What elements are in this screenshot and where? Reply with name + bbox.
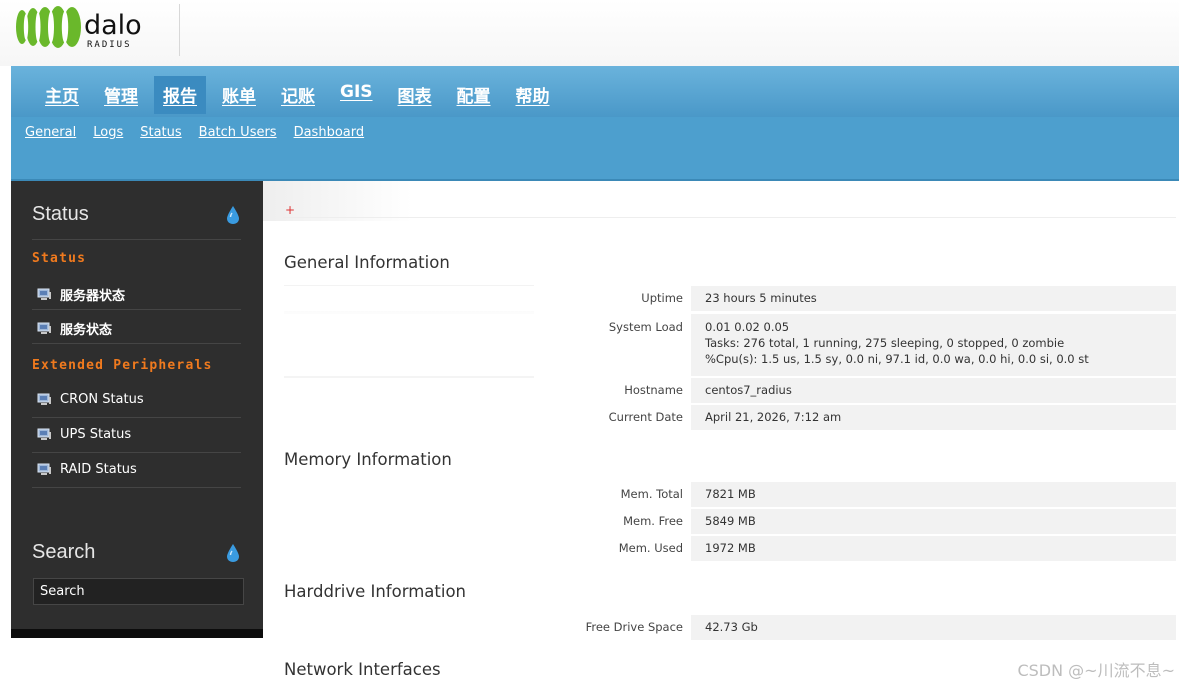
menu-item-accounting[interactable]: 记账 bbox=[272, 76, 324, 114]
menu-item-help[interactable]: 帮助 bbox=[507, 76, 559, 114]
menu-item-management[interactable]: 管理 bbox=[95, 76, 147, 114]
section-title-general: General Information bbox=[284, 253, 450, 272]
sidebar-section-status: Status bbox=[32, 251, 87, 266]
search-input[interactable] bbox=[33, 578, 244, 605]
info-label: Mem. Used bbox=[284, 536, 689, 561]
load-cpu: %Cpu(s): 1.5 us, 1.5 sy, 0.0 ni, 97.1 id… bbox=[705, 352, 1089, 366]
sidebar-item-label: 服务器状态 bbox=[60, 289, 126, 304]
section-title-harddrive: Harddrive Information bbox=[284, 582, 466, 601]
load-tasks: Tasks: 276 total, 1 running, 275 sleepin… bbox=[705, 336, 1065, 350]
menu-item-gis[interactable]: GIS bbox=[331, 76, 382, 114]
submenu-batch-users[interactable]: Batch Users bbox=[199, 125, 277, 140]
computer-icon bbox=[37, 463, 51, 475]
info-row-mem-free: Mem. Free 5849 MB bbox=[284, 509, 1176, 534]
sidebar-item-label: UPS Status bbox=[60, 427, 132, 442]
computer-icon bbox=[37, 393, 51, 405]
sidebar-heading-search: Search bbox=[32, 541, 96, 563]
computer-icon bbox=[37, 288, 51, 300]
computer-icon bbox=[37, 322, 51, 334]
sidebar-item-ups-status[interactable]: UPS Status bbox=[37, 427, 131, 442]
sub-menu: General Logs Status Batch Users Dashboar… bbox=[25, 125, 381, 140]
header: dalo RADIUS bbox=[0, 0, 1179, 66]
info-value: 42.73 Gb bbox=[691, 615, 1176, 640]
menu-item-home[interactable]: 主页 bbox=[36, 76, 88, 114]
content-divider bbox=[283, 217, 1176, 218]
page: dalo RADIUS 主页 管理 报告 账单 记账 GIS 图表 配置 帮助 … bbox=[0, 0, 1179, 686]
sidebar-divider bbox=[32, 417, 241, 418]
submenu-dashboard[interactable]: Dashboard bbox=[294, 125, 365, 140]
info-value: centos7_radius bbox=[691, 378, 1176, 403]
sidebar-divider bbox=[32, 239, 241, 240]
sidebar-item-label: RAID Status bbox=[60, 462, 137, 477]
watermark-text: CSDN @~川流不息~ bbox=[1017, 661, 1175, 680]
menu-item-reports[interactable]: 报告 bbox=[154, 76, 206, 114]
sidebar-divider bbox=[32, 309, 241, 310]
submenu-general[interactable]: General bbox=[25, 125, 76, 140]
sidebar-item-raid-status[interactable]: RAID Status bbox=[37, 462, 137, 477]
sidebar-divider bbox=[32, 452, 241, 453]
section-title-memory: Memory Information bbox=[284, 450, 452, 469]
logo-sub: RADIUS bbox=[87, 40, 132, 50]
menu-item-billing[interactable]: 账单 bbox=[213, 76, 265, 114]
info-row-uptime: Uptime 23 hours 5 minutes bbox=[284, 286, 1176, 311]
info-row-system-load: System Load 0.01 0.02 0.05 Tasks: 276 to… bbox=[284, 314, 1176, 376]
sidebar-item-cron-status[interactable]: CRON Status bbox=[37, 392, 144, 407]
water-drop-icon bbox=[227, 206, 239, 224]
sidebar: Status Status 服务器状态 服务状态 Extended Periph… bbox=[11, 181, 263, 638]
nav-bar: 主页 管理 报告 账单 记账 GIS 图表 配置 帮助 General Logs… bbox=[11, 66, 1179, 181]
info-value: 5849 MB bbox=[691, 509, 1176, 534]
info-value: 7821 MB bbox=[691, 482, 1176, 507]
main-content: + General Information Uptime 23 hours 5 … bbox=[263, 181, 1179, 686]
info-row-current-date: Current Date April 21, 2026, 7:12 am bbox=[284, 405, 1176, 430]
logo-word: dalo bbox=[84, 10, 142, 41]
sidebar-item-label: CRON Status bbox=[60, 392, 144, 407]
water-drop-icon bbox=[227, 544, 239, 562]
load-average: 0.01 0.02 0.05 bbox=[705, 320, 790, 334]
info-value: April 21, 2026, 7:12 am bbox=[691, 405, 1176, 430]
info-value: 0.01 0.02 0.05 Tasks: 276 total, 1 runni… bbox=[691, 314, 1176, 376]
computer-icon bbox=[37, 428, 51, 440]
info-value: 1972 MB bbox=[691, 536, 1176, 561]
section-title-network: Network Interfaces bbox=[284, 660, 441, 679]
sidebar-section-extended: Extended Peripherals bbox=[32, 358, 213, 373]
info-row-free-drive-space: Free Drive Space 42.73 Gb bbox=[284, 615, 1176, 640]
info-label: Uptime bbox=[284, 286, 689, 311]
info-label: System Load bbox=[284, 314, 689, 376]
info-label: Hostname bbox=[284, 378, 689, 403]
sidebar-item-label: 服务状态 bbox=[60, 323, 113, 338]
sidebar-item-service-status[interactable]: 服务状态 bbox=[37, 319, 112, 338]
info-value: 23 hours 5 minutes bbox=[691, 286, 1176, 311]
submenu-status[interactable]: Status bbox=[140, 125, 181, 140]
sidebar-heading-status: Status bbox=[32, 203, 89, 225]
sidebar-divider bbox=[32, 487, 241, 488]
header-divider bbox=[179, 4, 180, 56]
info-label: Current Date bbox=[284, 405, 689, 430]
menu-item-graphs[interactable]: 图表 bbox=[389, 76, 441, 114]
sidebar-item-server-status[interactable]: 服务器状态 bbox=[37, 285, 125, 304]
menu-item-config[interactable]: 配置 bbox=[448, 76, 500, 114]
info-row-mem-total: Mem. Total 7821 MB bbox=[284, 482, 1176, 507]
sidebar-divider bbox=[32, 343, 241, 344]
info-label: Free Drive Space bbox=[284, 615, 689, 640]
info-row-mem-used: Mem. Used 1972 MB bbox=[284, 536, 1176, 561]
daloradius-logo[interactable]: dalo RADIUS bbox=[14, 6, 164, 50]
info-label: Mem. Total bbox=[284, 482, 689, 507]
info-label: Mem. Free bbox=[284, 509, 689, 534]
expand-toggle[interactable]: + bbox=[285, 203, 295, 217]
main-menu: 主页 管理 报告 账单 记账 GIS 图表 配置 帮助 bbox=[36, 76, 566, 114]
info-row-hostname: Hostname centos7_radius bbox=[284, 378, 1176, 403]
submenu-logs[interactable]: Logs bbox=[93, 125, 123, 140]
